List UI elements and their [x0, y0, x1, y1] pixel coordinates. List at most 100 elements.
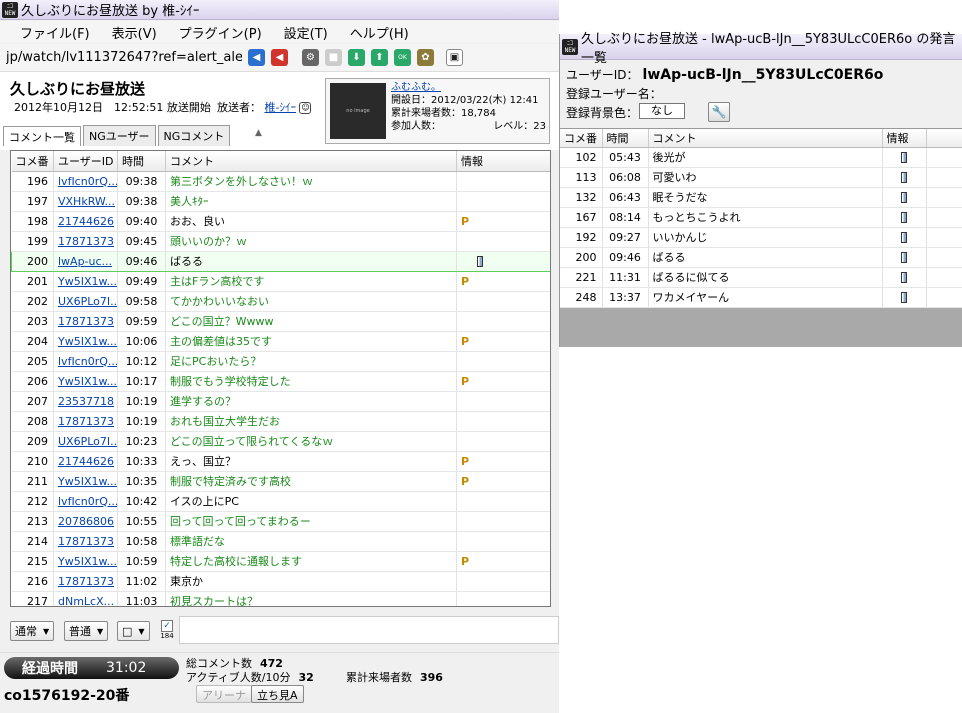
caster-link[interactable]: 椎-ｼｲｰ	[265, 101, 296, 114]
user-id-link[interactable]: Yw5IX1w...	[53, 371, 118, 392]
tab-comments[interactable]: コメント一覧	[3, 126, 81, 146]
wrench-icon[interactable]: 🔧	[708, 102, 730, 122]
table-row[interactable]: 199 17871373 09:45 頭いいのか？ｗ	[11, 231, 550, 252]
table-row[interactable]: 202 UX6PLo7I... 09:58 てかかわいいなおい	[11, 291, 550, 312]
table-row[interactable]: 197 VXHkRW... 09:38 美人ｷﾀｰ	[11, 191, 550, 212]
user-id-link[interactable]: UX6PLo7I...	[53, 291, 118, 312]
menu-file[interactable]: ファイル(F)	[20, 23, 90, 42]
table-row[interactable]: 203 17871373 09:59 どこの国立？Wwww	[11, 311, 550, 332]
user-id-link[interactable]: Yw5IX1w...	[53, 331, 118, 352]
user-comment-grid[interactable]: コメ番 時間 コメント 情報 102 05:43 後光が 113 06:08 可愛いわ 13…	[560, 128, 962, 308]
table-row[interactable]: 217 dNmLcX... 11:03 初見スカートは？	[11, 591, 550, 606]
table-row[interactable]: 192 09:27 いいかんじ	[560, 227, 962, 248]
menu-help[interactable]: ヘルプ(H)	[350, 23, 409, 42]
table-row[interactable]: 208 17871373 10:19 おれも国立大学生だお	[11, 411, 550, 432]
bg-color-select[interactable]: なし	[639, 103, 685, 119]
user-id-link[interactable]: UX6PLo7I...	[53, 431, 118, 452]
user-id-link[interactable]: lvfIcn0rQ...	[53, 351, 118, 372]
user-id-link[interactable]: Yw5IX1w...	[53, 551, 118, 572]
user-id-link[interactable]: 17871373	[53, 411, 118, 432]
table-row[interactable]: 113 06:08 可愛いわ	[560, 167, 962, 188]
table-row[interactable]: 210 21744626 10:33 えっ、国立？ P	[11, 451, 550, 472]
ucol-comment-num[interactable]: コメ番	[560, 129, 603, 148]
comment-grid[interactable]: コメ番 ユーザーID 時間 コメント 情報 196 lvfIcn0rQ... 09:…	[10, 150, 551, 607]
window-icon[interactable]: ▣	[446, 49, 463, 66]
table-row[interactable]: 207 23537718 10:19 進学するの？	[11, 391, 550, 412]
plugin-icon[interactable]: ✿	[417, 49, 434, 66]
comment-input[interactable]	[179, 616, 559, 644]
table-row[interactable]: 198 21744626 09:40 おお、良い P	[11, 211, 550, 232]
user-id-link[interactable]: lvfIcn0rQ...	[53, 491, 118, 512]
table-row[interactable]: 212 lvfIcn0rQ... 10:42 イスの上にPC	[11, 491, 550, 512]
settings-icon[interactable]: ⚙	[302, 49, 319, 66]
menu-settings[interactable]: 設定(T)	[284, 23, 328, 42]
table-row[interactable]: 209 UX6PLo7I... 10:23 どこの国立って限られてくるなｗ	[11, 431, 550, 452]
comment-time: 10:42	[117, 491, 166, 512]
table-row[interactable]: 167 08:14 もっとちこうよれ	[560, 207, 962, 228]
collapse-icon[interactable]: ▲	[255, 128, 262, 138]
table-row[interactable]: 204 Yw5IX1w... 10:06 主の偏差値は35です P	[11, 331, 550, 352]
ucol-info[interactable]: 情報	[882, 129, 927, 148]
download-icon[interactable]: ⬇	[348, 49, 365, 66]
checkbox-icon[interactable]: ✓	[161, 620, 173, 632]
arena-button[interactable]: アリーナ	[196, 685, 252, 703]
user-id-link[interactable]: 17871373	[53, 571, 118, 592]
table-row[interactable]: 248 13:37 ワカメイヤーん	[560, 287, 962, 308]
table-row[interactable]: 132 06:43 眠そうだな	[560, 187, 962, 208]
col-comment[interactable]: コメント	[165, 151, 457, 172]
tab-ng-users[interactable]: NGユーザー	[83, 125, 156, 146]
url-input[interactable]	[6, 47, 242, 68]
table-row[interactable]: 102 05:43 後光が	[560, 147, 962, 168]
user-id-link[interactable]: lwAp-uc...	[53, 250, 118, 272]
table-row[interactable]: 200 09:46 ばるる	[560, 247, 962, 268]
community-link[interactable]: ふむふむ。	[391, 82, 441, 93]
user-id-link[interactable]: VXHkRW...	[53, 191, 118, 212]
table-row[interactable]: 213 20786806 10:55 回って回って回ってまわるー	[11, 511, 550, 532]
table-row[interactable]: 216 17871373 11:02 東京か	[11, 571, 550, 592]
table-row[interactable]: 221 11:31 ばるるに似てる	[560, 267, 962, 288]
table-row[interactable]: 211 Yw5IX1w... 10:35 制服で特定済みです高校 P	[11, 471, 550, 492]
table-row[interactable]: 214 17871373 10:58 標準語だな	[11, 531, 550, 552]
user-id-link[interactable]: 21744626	[53, 211, 118, 232]
main-title-bar[interactable]: ﾆｺ NEW 久しぶりにお昼放送 by 椎-ｼｲｰ	[0, 0, 559, 20]
user-id-link[interactable]: 17871373	[53, 231, 118, 252]
niconico-app-icon: ﾆｺ NEW	[2, 1, 18, 18]
user-id-link[interactable]: lvfIcn0rQ...	[53, 171, 118, 192]
standing-a-button[interactable]: 立ち見A	[251, 685, 304, 703]
col-time[interactable]: 時間	[117, 151, 166, 172]
col-user-id[interactable]: ユーザーID	[53, 151, 118, 172]
table-row[interactable]: 200 lwAp-uc... 09:46 ばるる	[11, 250, 550, 272]
ucol-comment[interactable]: コメント	[648, 129, 883, 148]
comment-text: 第三ボタンを外しなさい！ｗ	[165, 171, 457, 192]
command-mode-select[interactable]: 通常 ▼	[10, 621, 55, 641]
tab-ng-comments[interactable]: NGコメント	[157, 125, 231, 146]
user-id-link[interactable]: Yw5IX1w...	[53, 271, 118, 292]
menu-plugin[interactable]: プラグイン(P)	[179, 23, 262, 42]
table-row[interactable]: 205 lvfIcn0rQ... 10:12 足にPCおいたら？	[11, 351, 550, 372]
col-info[interactable]: 情報	[456, 151, 550, 172]
connect-icon[interactable]: ◀	[248, 49, 265, 66]
table-row[interactable]: 206 Yw5IX1w... 10:17 制服でもう学校特定した P	[11, 371, 550, 392]
table-row[interactable]: 201 Yw5IX1w... 09:49 主はFラン高校です P	[11, 271, 550, 292]
table-row[interactable]: 215 Yw5IX1w... 10:59 特定した高校に通報します P	[11, 551, 550, 572]
size-select[interactable]: 普通 ▼	[64, 621, 109, 641]
row-spacer	[926, 287, 962, 308]
user-id-link[interactable]: Yw5IX1w...	[53, 471, 118, 492]
color-select[interactable]: □ ▼	[117, 621, 150, 641]
ucol-time[interactable]: 時間	[602, 129, 649, 148]
user-id-link[interactable]: dNmLcX...	[53, 591, 118, 606]
table-row[interactable]: 196 lvfIcn0rQ... 09:38 第三ボタンを外しなさい！ｗ	[11, 171, 550, 192]
comment-num: 208	[11, 411, 54, 432]
col-comment-num[interactable]: コメ番	[11, 151, 54, 172]
menu-view[interactable]: 表示(V)	[112, 23, 157, 42]
anonymous-toggle[interactable]: ✓ 184	[160, 620, 174, 641]
user-id-link[interactable]: 17871373	[53, 531, 118, 552]
user-id-link[interactable]: 20786806	[53, 511, 118, 532]
user-id-link[interactable]: 21744626	[53, 451, 118, 472]
disconnect-icon[interactable]: ◀	[271, 49, 288, 66]
upload-icon[interactable]: ⬆	[371, 49, 388, 66]
speech-icon[interactable]: OK	[394, 49, 411, 66]
user-window-title-bar[interactable]: ﾆｺ NEW 久しぶりにお昼放送 - lwAp-ucB-lJn__5Y83ULcC…	[560, 32, 962, 66]
user-id-link[interactable]: 23537718	[53, 391, 118, 412]
user-id-link[interactable]: 17871373	[53, 311, 118, 332]
